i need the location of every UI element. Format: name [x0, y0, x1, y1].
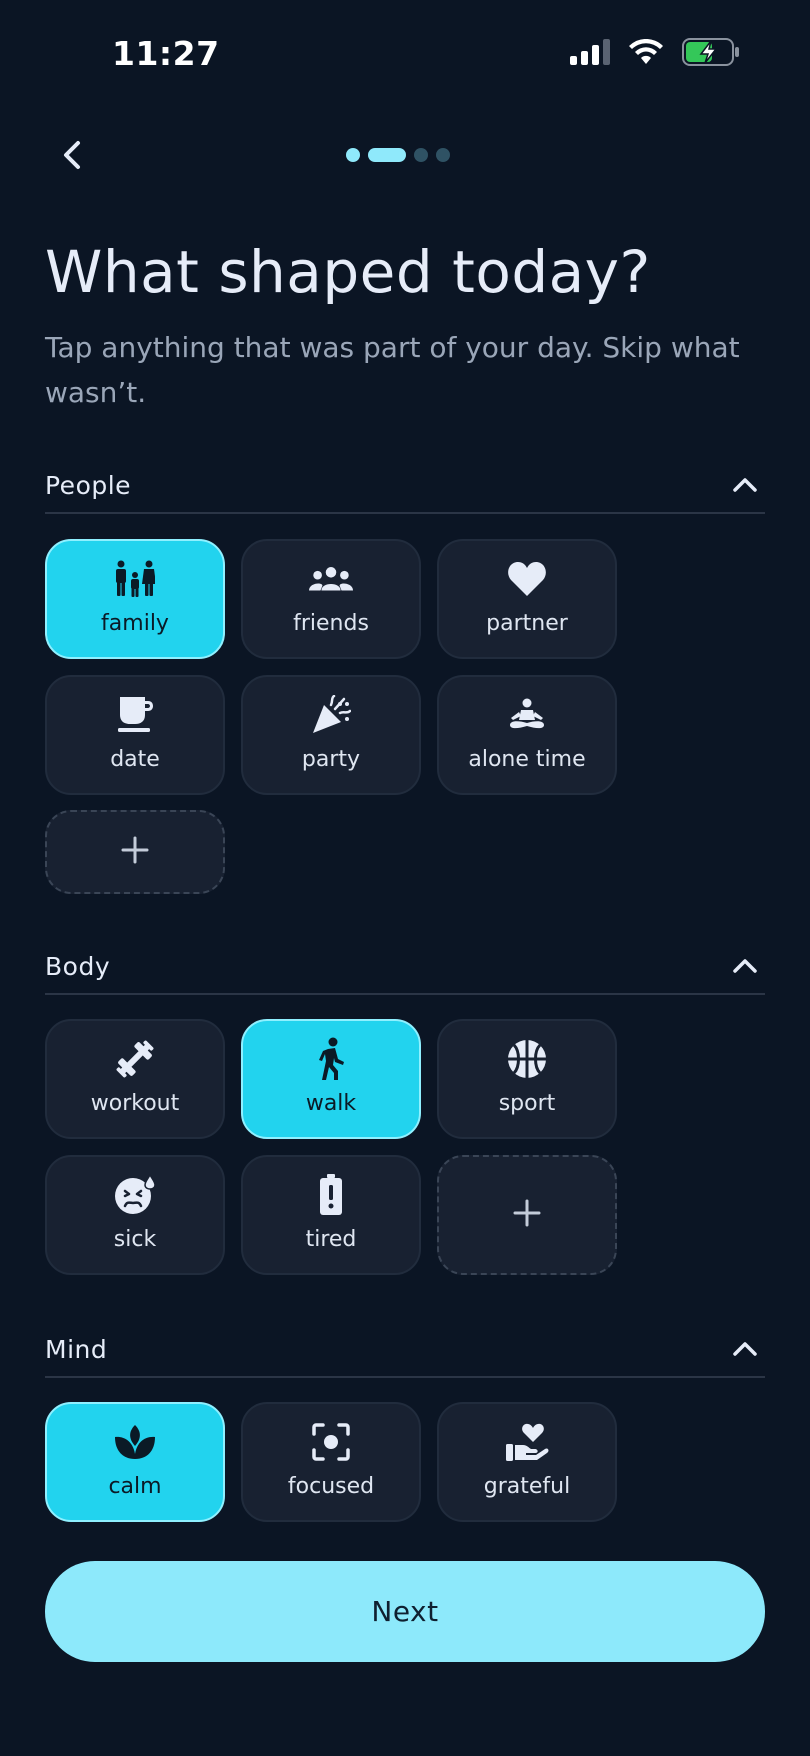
- dumbbell-icon: [113, 1037, 157, 1081]
- basketball-icon: [505, 1037, 549, 1081]
- chevron-left-icon: [60, 139, 84, 175]
- chip-label: date: [110, 746, 160, 772]
- add-body-chip-button[interactable]: [437, 1155, 617, 1275]
- chip-family[interactable]: family: [45, 539, 225, 659]
- section-title: Body: [45, 951, 111, 981]
- status-icons: [570, 38, 740, 70]
- section-header-people[interactable]: People: [45, 458, 765, 514]
- chip-tired[interactable]: tired: [241, 1155, 421, 1275]
- chevron-up-icon: [733, 1342, 757, 1356]
- chip-alone-time[interactable]: alone time: [437, 675, 617, 795]
- battery-charging-icon: [682, 38, 740, 70]
- chip-label: party: [301, 746, 361, 772]
- hand-heart-icon: [505, 1420, 549, 1464]
- group-icon: [309, 557, 353, 601]
- chip-label: sport: [498, 1090, 556, 1116]
- section-header-body[interactable]: Body: [45, 939, 765, 995]
- party-popper-icon: [309, 693, 353, 737]
- section-header-mind[interactable]: Mind: [45, 1322, 765, 1378]
- focus-target-icon: [309, 1420, 353, 1464]
- chip-friends[interactable]: friends: [241, 539, 421, 659]
- step-dot-2: [368, 148, 406, 162]
- chip-party[interactable]: party: [241, 675, 421, 795]
- family-icon: [113, 557, 157, 601]
- walking-icon: [309, 1037, 353, 1081]
- heart-icon: [505, 557, 549, 601]
- meditation-icon: [505, 693, 549, 737]
- wifi-icon: [628, 38, 664, 69]
- section-title: People: [45, 470, 132, 500]
- chip-label: workout: [90, 1090, 180, 1116]
- step-dot-3: [414, 148, 428, 162]
- sick-face-icon: [113, 1173, 157, 1217]
- chip-label: tired: [305, 1226, 357, 1252]
- plus-icon: [513, 1199, 541, 1231]
- section-title: Mind: [45, 1334, 108, 1364]
- chip-label: grateful: [483, 1473, 571, 1499]
- chip-label: family: [101, 610, 169, 636]
- chip-grateful[interactable]: grateful: [437, 1402, 617, 1522]
- chip-workout[interactable]: workout: [45, 1019, 225, 1139]
- chip-label: friends: [293, 610, 369, 636]
- chip-label: partner: [486, 610, 568, 636]
- chip-walk[interactable]: walk: [241, 1019, 421, 1139]
- cellular-signal-icon: [570, 39, 610, 69]
- chip-sick[interactable]: sick: [45, 1155, 225, 1275]
- collapse-people-button[interactable]: [725, 465, 765, 505]
- chip-focused[interactable]: focused: [241, 1402, 421, 1522]
- chevron-up-icon: [733, 959, 757, 973]
- lotus-icon: [113, 1420, 157, 1464]
- chip-label: walk: [305, 1090, 357, 1116]
- chip-date[interactable]: date: [45, 675, 225, 795]
- step-dot-4: [436, 148, 450, 162]
- next-button[interactable]: Next: [45, 1561, 765, 1662]
- status-time: 11:27: [112, 34, 220, 73]
- chip-label: sick: [113, 1226, 157, 1252]
- chip-label: focused: [287, 1473, 375, 1499]
- chip-partner[interactable]: partner: [437, 539, 617, 659]
- page-subtitle: Tap anything that was part of your day. …: [45, 331, 740, 409]
- step-progress-indicator: [346, 148, 450, 162]
- chevron-up-icon: [733, 478, 757, 492]
- next-button-label: Next: [371, 1595, 439, 1628]
- status-bar: 11:27: [0, 0, 810, 110]
- chip-sport[interactable]: sport: [437, 1019, 617, 1139]
- collapse-body-button[interactable]: [725, 946, 765, 986]
- chip-label: alone time: [468, 746, 586, 772]
- collapse-mind-button[interactable]: [725, 1329, 765, 1369]
- step-dot-1: [346, 148, 360, 162]
- page-title: What shaped today?: [45, 238, 651, 306]
- chip-label: calm: [108, 1473, 162, 1499]
- back-button[interactable]: [50, 135, 94, 179]
- add-people-chip-button[interactable]: [45, 810, 225, 894]
- low-battery-icon: [309, 1173, 353, 1217]
- coffee-icon: [113, 693, 157, 737]
- plus-icon: [121, 836, 149, 868]
- chip-calm[interactable]: calm: [45, 1402, 225, 1522]
